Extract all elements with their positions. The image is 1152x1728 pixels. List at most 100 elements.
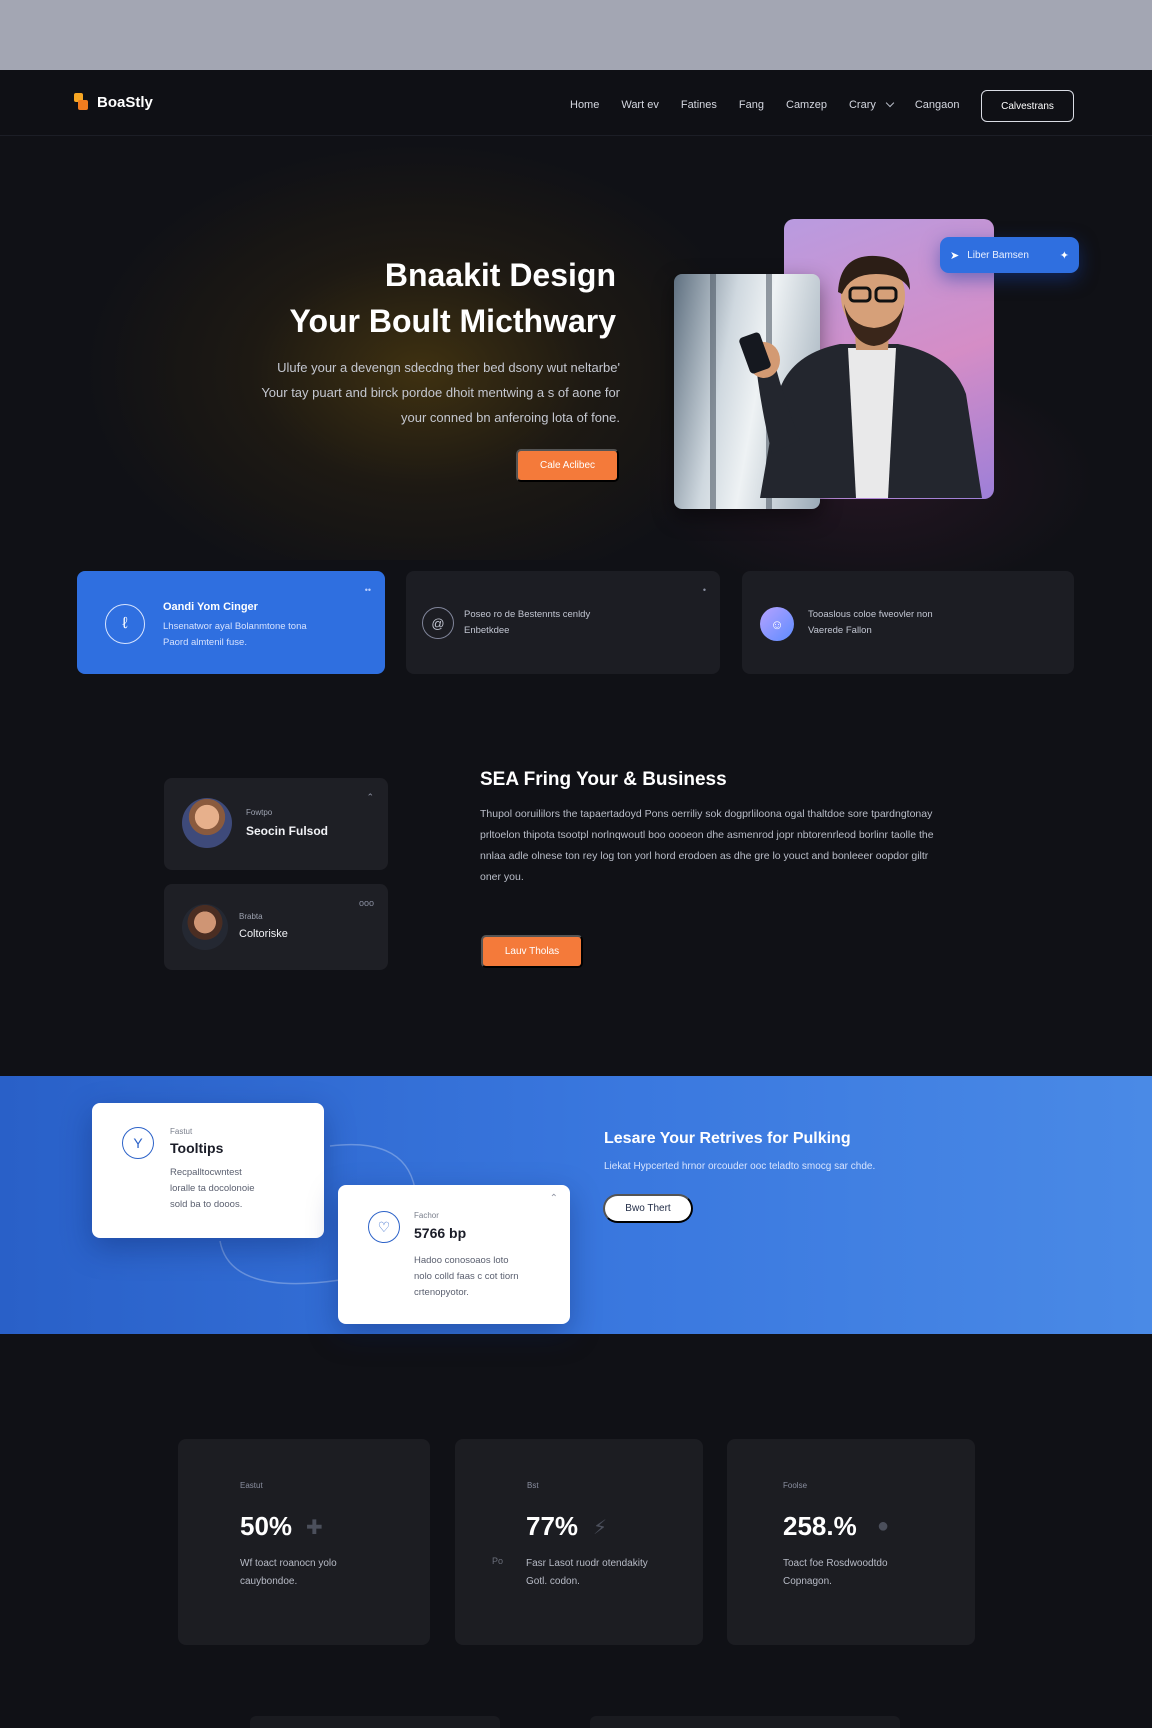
stat-card-1: Eastut 50% ✚ Wf toact roanocn yolo cauyb… — [178, 1439, 430, 1645]
section-cta-button[interactable]: Lauv Tholas — [481, 935, 583, 968]
more-icon[interactable]: • — [703, 585, 706, 595]
profile-name: Coltoriske — [239, 928, 288, 940]
feature-card-1[interactable]: ℓ Oandi Yom Cinger Lhsenatwor ayal Bolan… — [77, 571, 385, 674]
logo-icon — [74, 93, 90, 111]
hero-cta-button[interactable]: Cale Aclibec — [516, 449, 619, 482]
tooltip-card-2[interactable]: ♡ Fachor 5766 bp Hadoo conosoaos loto no… — [338, 1185, 570, 1324]
hero-person-image — [739, 255, 982, 498]
feature-text-line: Paord almtenil fuse. — [163, 637, 247, 648]
badge-icon: @ — [422, 607, 454, 639]
chevron-down-icon — [885, 98, 895, 108]
next-section-peek — [250, 1716, 500, 1728]
brand-name: BoaStly — [97, 93, 153, 111]
feature-text: Lhsenatwor ayal Bolanmtone tona Paord al… — [163, 619, 307, 651]
hero-floating-pill[interactable]: ➤ Liber Bamsen ✦ — [940, 237, 1079, 273]
card-label: Fastut — [170, 1127, 193, 1136]
stat-text: Wf toact roanocn yolo cauybondoe. — [240, 1555, 390, 1591]
stat-text-line: Wf toact roanocn yolo — [240, 1558, 337, 1569]
nav-link-6-label: Crary — [848, 99, 876, 111]
browser-top-strip — [0, 0, 1152, 70]
pen-icon: ℓ — [105, 604, 145, 644]
more-icon[interactable]: ⌃ — [366, 792, 374, 803]
card-title: Tooltips — [170, 1140, 224, 1156]
hero-sub-line1: Ulufe your a devengn sdecdng ther bed ds… — [277, 360, 620, 375]
feature-text: Tooaslous coloe fweovler non Vaerede Fal… — [808, 607, 933, 639]
hero-sub-line3: your conned bn anferoing lota of fone. — [401, 410, 620, 425]
feature-card-3[interactable]: ☺ Tooaslous coloe fweovler non Vaerede F… — [742, 571, 1074, 674]
band-title: Lesare Your Retrives for Pulking — [604, 1130, 851, 1147]
hero-title-line1: Bnaakit Design — [384, 257, 616, 293]
hero-title: Bnaakit Design Your Boult Micthwary — [150, 252, 616, 344]
stat-text: Toact foe Rosdwoodtdo Copnagon. — [783, 1555, 933, 1591]
circle-icon: ● — [877, 1515, 890, 1537]
stat-side-mark: Po — [492, 1556, 504, 1566]
next-section-peek — [590, 1716, 900, 1728]
brand-logo[interactable]: BoaStly — [74, 93, 153, 111]
stat-text-line: cauybondoe. — [240, 1576, 298, 1587]
hero-title-line2: Your Boult Micthwary — [289, 303, 616, 339]
nav-link-4[interactable]: Fang — [739, 99, 764, 111]
section-body: Thupol ooruililors the tapaertadoyd Pons… — [480, 808, 934, 883]
profile-card-1[interactable]: Fowtpo Seocin Fulsod ⌃ — [164, 778, 388, 870]
stat-text-line: Copnagon. — [783, 1576, 832, 1587]
feature-text-line: Lhsenatwor ayal Bolanmtone tona — [163, 621, 307, 632]
hero-subtitle: Ulufe your a devengn sdecdng ther bed ds… — [180, 355, 620, 430]
profile-label: Fowtpo — [246, 808, 273, 817]
top-nav: BoaStly Home Wart ev Fatines Fang Camzep… — [0, 70, 1152, 136]
stat-text-line: Fasr Lasot ruodr otendakity — [526, 1558, 648, 1569]
avatar-woman2-icon — [182, 904, 228, 950]
stat-label: Foolse — [783, 1481, 808, 1490]
hero-glow — [80, 140, 700, 560]
profile-label: Brabta — [239, 912, 263, 921]
hero-sub-line2: Your tay puart and birck pordoe dhoit me… — [261, 385, 620, 400]
chevron-up-icon[interactable]: ⌃ — [550, 1193, 558, 1204]
nav-link-home[interactable]: Home — [570, 99, 599, 111]
feature-text-line: Enbetkdee — [464, 625, 510, 636]
stat-value: 258.% — [783, 1511, 857, 1541]
section-title: SEA Fring Your & Business — [480, 769, 727, 790]
more-icon[interactable]: •• — [365, 585, 371, 595]
card-label: Fachor — [414, 1211, 439, 1220]
stat-label: Eastut — [240, 1481, 263, 1490]
stat-value: 50% — [240, 1511, 293, 1541]
feature-card-2[interactable]: @ Poseo ro de Bestennts cenldy Enbetkdee… — [406, 571, 720, 674]
nav-links: Home Wart ev Fatines Fang Camzep Crary C… — [570, 98, 960, 111]
card-title: 5766 bp — [414, 1225, 467, 1241]
nav-link-5[interactable]: Camzep — [786, 99, 827, 111]
pill-label: Liber Bamsen — [967, 249, 1029, 261]
sparkle-icon: ✦ — [1059, 249, 1069, 262]
stat-card-3: Foolse 258.% ● Toact foe Rosdwoodtdo Cop… — [727, 1439, 975, 1645]
plus-icon: ✚ — [306, 1517, 323, 1539]
stat-text: Fasr Lasot ruodr otendakity Gotl. codon. — [526, 1555, 676, 1591]
band-subtitle: Liekat Hypcerted hrnor orcouder ooc tela… — [604, 1161, 876, 1172]
feature-text-line: Tooaslous coloe fweovler non — [808, 609, 933, 620]
y-logo-icon: Y — [122, 1127, 154, 1159]
stat-value: 77% — [526, 1511, 579, 1541]
stat-text-line: Gotl. codon. — [526, 1576, 580, 1587]
user-icon: ☺ — [760, 607, 794, 641]
nav-link-3[interactable]: Fatines — [681, 99, 717, 111]
feature-text-line: Poseo ro de Bestennts cenldy — [464, 609, 591, 620]
nav-link-dropdown[interactable]: Crary — [848, 98, 895, 111]
stat-card-2: Bst 77% ⚡ Po Fasr Lasot ruodr otendakity… — [455, 1439, 703, 1645]
card-text-line: loralle ta docolonoie — [170, 1183, 255, 1194]
card-text-line: Hadoo conosoaos loto — [414, 1255, 509, 1266]
avatar-woman-icon — [182, 798, 232, 848]
card-text-line: nolo colld faas c cot tiorn — [414, 1271, 519, 1282]
nav-link-2[interactable]: Wart ev — [621, 99, 659, 111]
tooltip-card-1[interactable]: Y Fastut Tooltips Recpalltocwntest loral… — [92, 1103, 324, 1238]
band-cta-button[interactable]: Bwo Thert — [603, 1194, 693, 1223]
card-text-line: Recpalltocwntest — [170, 1167, 242, 1178]
feature-text-line: Vaerede Fallon — [808, 625, 872, 636]
heart-badge-icon: ♡ — [368, 1211, 400, 1243]
stat-text-line: Toact foe Rosdwoodtdo — [783, 1558, 888, 1569]
profile-card-2[interactable]: Brabta Coltoriske ooo — [164, 884, 388, 970]
nav-cta-button[interactable]: Calvestrans — [981, 90, 1074, 122]
cursor-icon: ➤ — [950, 249, 960, 262]
profile-name: Seocin Fulsod — [246, 824, 329, 838]
bolt-icon: ⚡ — [593, 1517, 608, 1539]
nav-link-7[interactable]: Cangaon — [915, 99, 960, 111]
feature-text: Poseo ro de Bestennts cenldy Enbetkdee — [464, 607, 590, 639]
window-frame-bar — [710, 274, 716, 509]
profile-badge: ooo — [358, 898, 374, 908]
